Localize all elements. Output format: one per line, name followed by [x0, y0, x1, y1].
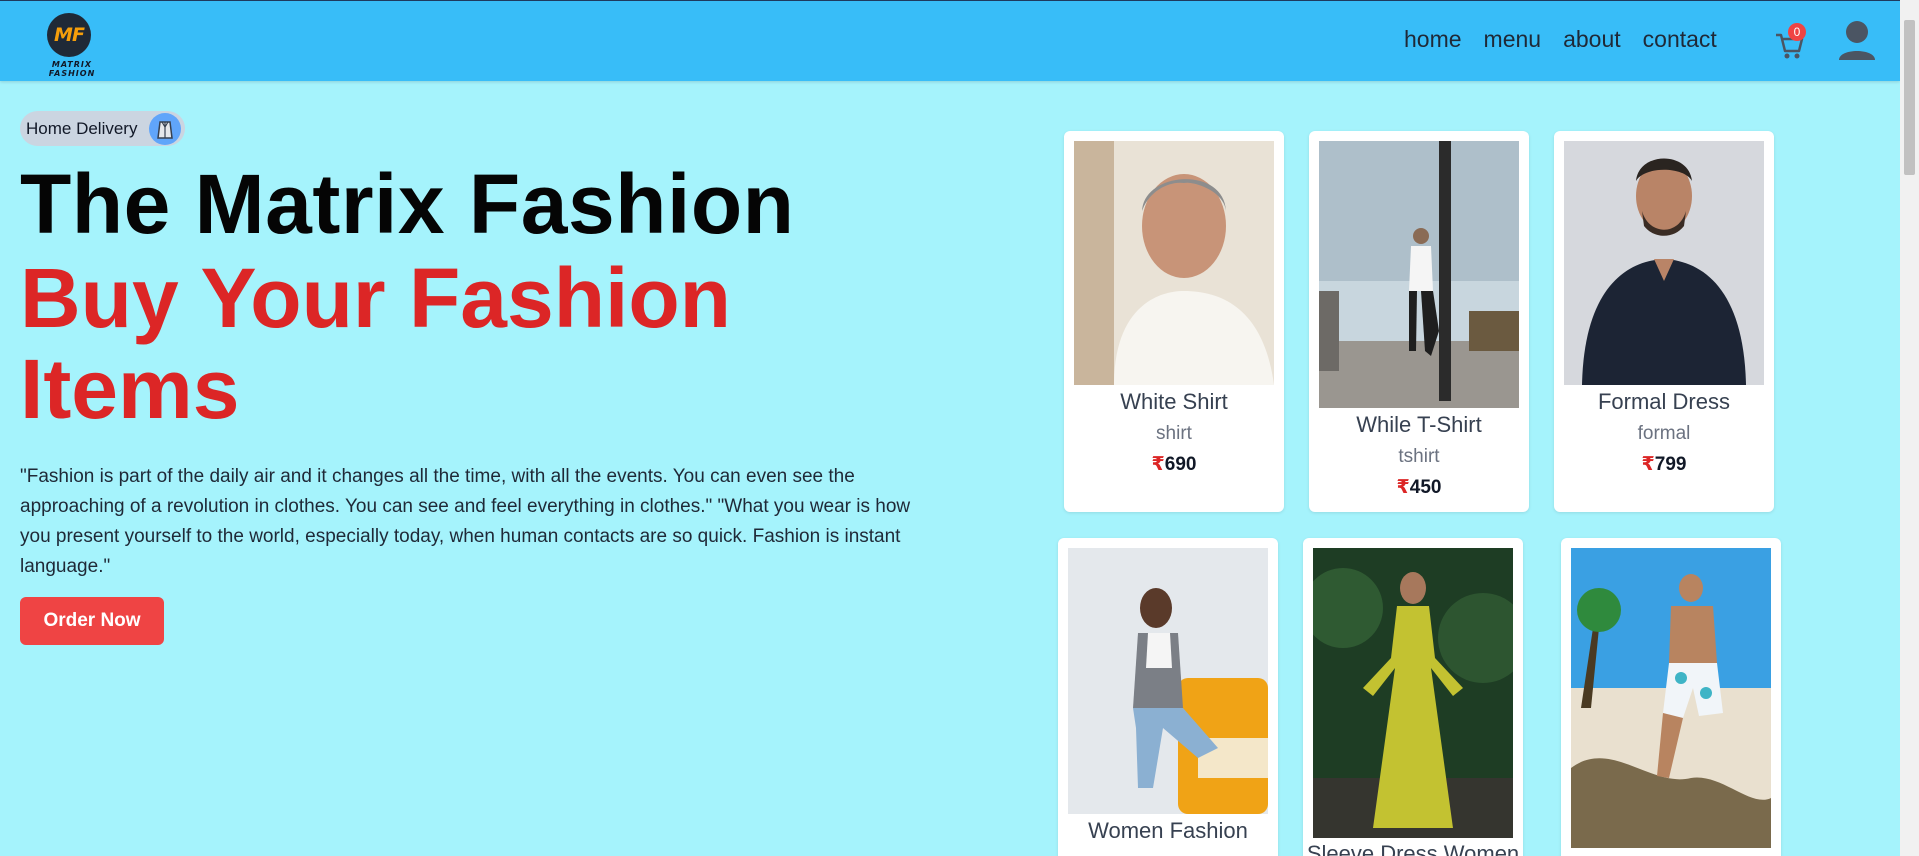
user-icon: [1839, 21, 1875, 60]
delivery-icon: [149, 112, 182, 145]
product-card[interactable]: Sleeve Dress Women: [1303, 538, 1523, 856]
product-card[interactable]: Women Fashion: [1058, 538, 1278, 856]
logo-wordmark: MATRIX FASHION: [48, 60, 96, 78]
currency-symbol: ₹: [1151, 454, 1165, 475]
product-image-women-fashion: [1068, 548, 1268, 814]
product-image-formal-dress: [1564, 141, 1764, 385]
price-value: 799: [1654, 454, 1687, 475]
cart-count-badge: 0: [1788, 23, 1806, 41]
cart-button[interactable]: 0: [1774, 23, 1808, 59]
order-now-button[interactable]: Order Now: [20, 597, 164, 645]
nav-link-home[interactable]: home: [1404, 26, 1462, 53]
currency-symbol: ₹: [1641, 454, 1655, 475]
hero-section: Home Delivery: [20, 111, 960, 146]
product-image-beach-shorts: [1571, 548, 1771, 848]
product-name: White Shirt: [1120, 389, 1228, 414]
product-price: ₹799: [1554, 453, 1774, 476]
scrollbar-thumb[interactable]: [1904, 20, 1915, 175]
logo-mark: MF: [54, 24, 85, 46]
product-card[interactable]: While T-Shirt tshirt ₹450: [1309, 131, 1529, 512]
nav-link-contact[interactable]: contact: [1643, 26, 1717, 53]
currency-symbol: ₹: [1396, 477, 1410, 498]
hero-title: The Matrix Fashion: [20, 157, 795, 251]
hero-subtitle: Buy Your Fashion Items: [20, 251, 731, 436]
brand-logo[interactable]: MF MATRIX FASHION: [32, 11, 112, 78]
product-image-white-tshirt: [1319, 141, 1519, 408]
product-category: formal: [1637, 423, 1691, 444]
product-name: While T-Shirt: [1356, 412, 1482, 437]
home-delivery-badge: Home Delivery: [20, 111, 186, 146]
badge-label: Home Delivery: [26, 118, 138, 138]
product-name: Formal Dress: [1597, 389, 1730, 414]
product-name: Sleeve Dress Women: [1306, 841, 1520, 856]
product-price: ₹450: [1309, 476, 1529, 499]
price-value: 690: [1164, 454, 1197, 475]
product-card[interactable]: White Shirt shirt ₹690: [1064, 131, 1284, 512]
product-image-sleeve-dress: [1313, 548, 1513, 838]
nav-links: home menu about contact: [1404, 26, 1739, 53]
hero-quote: "Fashion is part of the daily air and it…: [20, 466, 911, 577]
price-value: 450: [1409, 477, 1442, 498]
product-name: Women Fashion: [1088, 818, 1248, 843]
product-card[interactable]: [1561, 538, 1781, 856]
navbar: MF MATRIX FASHION home menu about contac…: [0, 0, 1900, 81]
nav-link-about[interactable]: about: [1563, 26, 1621, 53]
page-scrollbar[interactable]: [1900, 0, 1919, 856]
product-category: tshirt: [1398, 446, 1440, 467]
product-category: shirt: [1156, 423, 1192, 444]
nav-link-menu[interactable]: menu: [1484, 26, 1542, 53]
product-image-white-shirt: [1074, 141, 1274, 385]
product-card[interactable]: Formal Dress formal ₹799: [1554, 131, 1774, 512]
user-account-button[interactable]: [1838, 20, 1876, 62]
product-price: ₹690: [1064, 453, 1284, 476]
logo-emblem: MF: [47, 13, 91, 57]
